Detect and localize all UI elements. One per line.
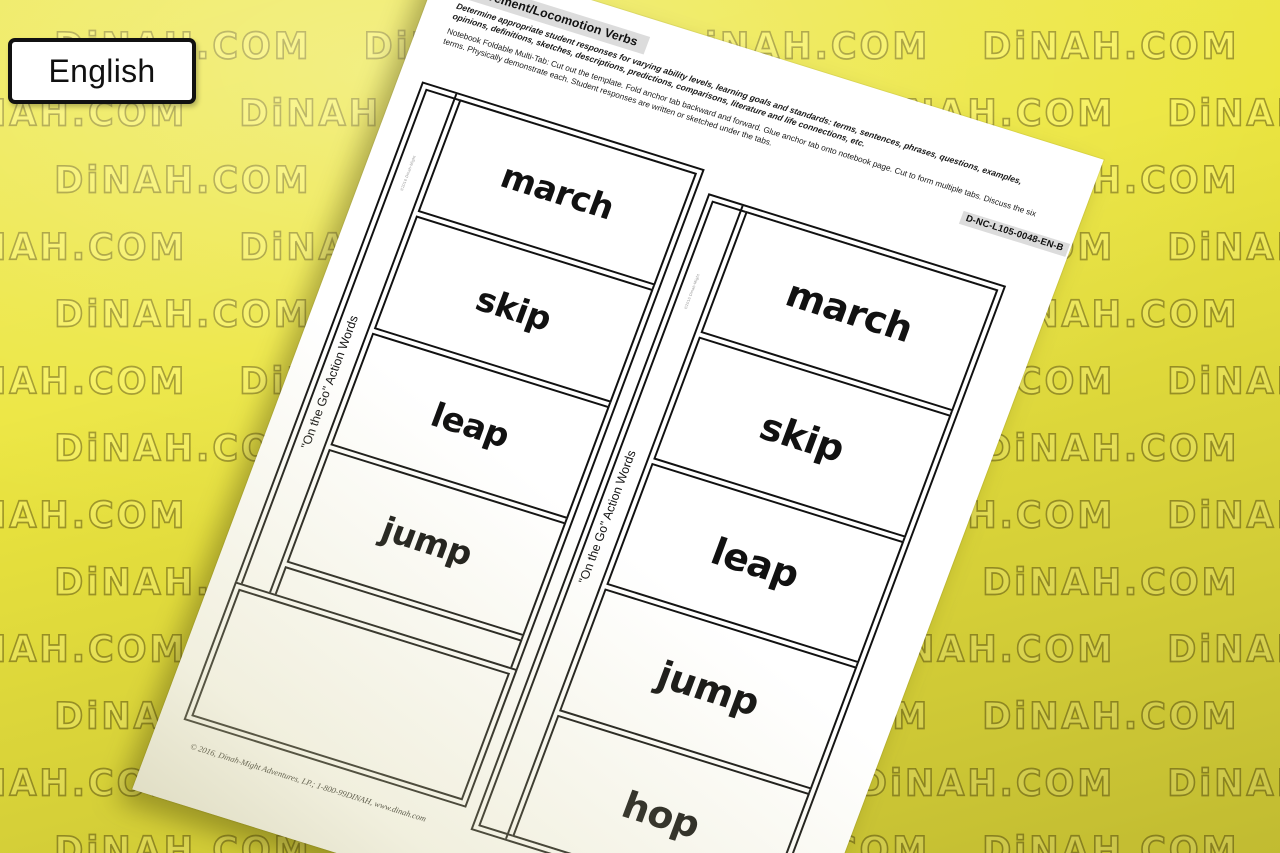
word-card-label: hop — [616, 782, 706, 847]
word-card-label: march — [495, 156, 620, 229]
word-card-label: jump — [651, 653, 766, 725]
word-card-label: skip — [754, 404, 851, 471]
word-card-label: march — [780, 271, 919, 351]
panel-right-spine-micro: ©2016 Dinah-Might — [682, 273, 701, 310]
panel-left-spine-micro: ©2016 Dinah-Might — [398, 154, 417, 192]
word-card-label: skip — [470, 279, 557, 339]
word-card-label: jump — [375, 510, 478, 575]
language-tag-label: English — [48, 52, 156, 89]
word-card-label: leap — [705, 529, 806, 597]
word-card-label: leap — [425, 395, 515, 457]
language-tag: English — [8, 38, 196, 104]
screenshot-stage: DiNAH.COMDiNAH.COMDiNAH.COMDiNAH.COMDiNA… — [0, 0, 1280, 853]
